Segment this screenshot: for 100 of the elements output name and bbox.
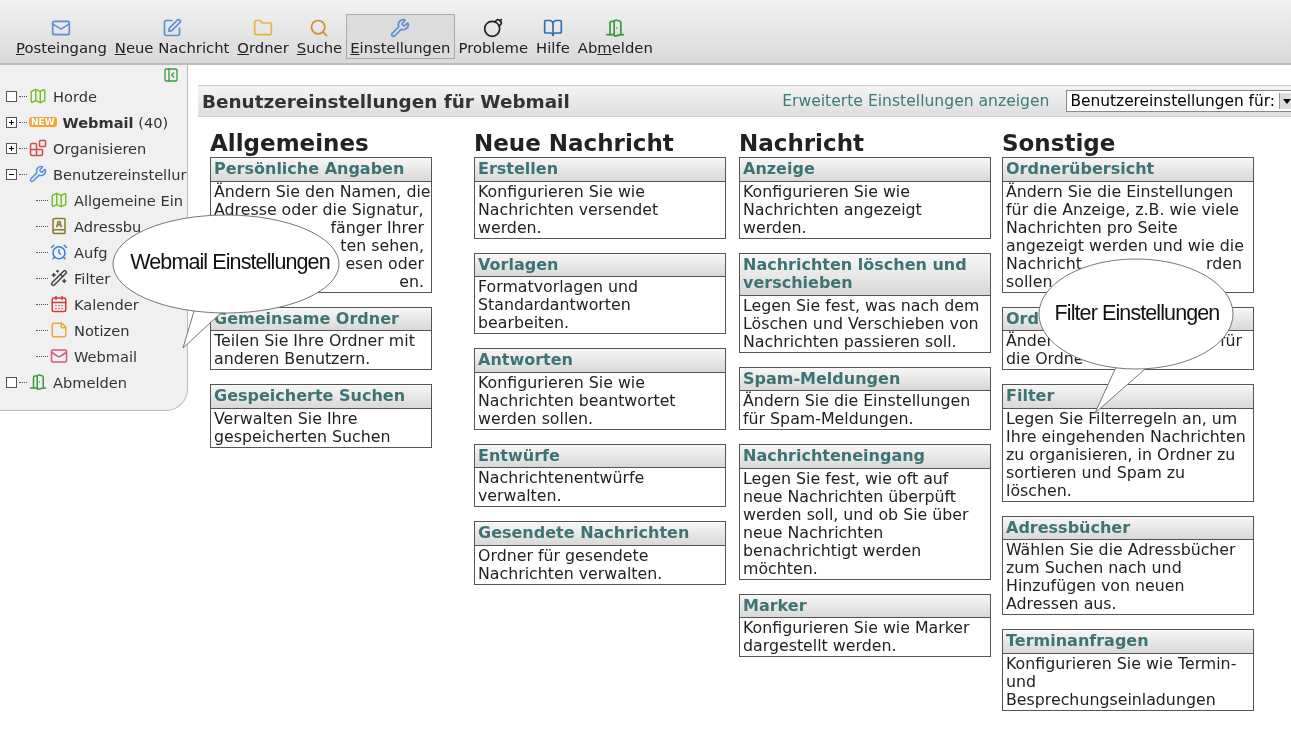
wrench-icon [390,18,411,38]
dropdown-arrow-icon [1283,98,1291,104]
page-title: Benutzereinstellungen für Webmail [202,90,571,112]
section-heading: Allgemeines [210,129,370,157]
description-text: angezeigt werden und wie die [1006,236,1244,255]
description-text: Ändern Sie die Einstellungen [1006,182,1234,201]
toolbar-button[interactable]: Einstellungen [346,14,455,59]
card-description: Ändern Sie die Einstellungen für Spam-Meldungen. [742,391,972,429]
sidebar-item[interactable]: Webmail (40) [62,113,169,131]
card-title-link[interactable]: Nachrichten löschen und verschieben [740,253,990,296]
description-text: Nachrichten pro Seite [1006,218,1178,237]
description-text: Änder [1006,332,1054,350]
card-description: Konfigurieren Sie wie Nachrichten beantwortet werden sollen. [477,372,677,429]
blocks-icon [29,139,47,157]
card-title-link[interactable]: Gemeinsame Ordner [211,307,431,331]
card-title-link[interactable]: Anzeige [740,158,990,182]
card-title-link[interactable]: Adressbücher [1003,516,1253,540]
sidebar-item[interactable]: Adressbu [74,217,142,235]
sidebar-item[interactable]: Webmail [74,347,138,365]
wrench-icon [29,165,47,183]
sidebar-item[interactable]: Horde [53,87,97,105]
toolbar-button[interactable]: Hilfe [532,14,574,59]
mail-icon [51,18,72,38]
description-text: Ändern Sie den Namen, die [214,182,431,201]
bomb-icon [483,18,504,38]
card-title-link[interactable]: Vorlagen [475,253,725,277]
sidebar-item[interactable]: Organisieren [53,139,147,157]
card-title-link[interactable]: Gesendete Nachrichten [475,522,725,546]
note-icon [50,321,68,339]
card-description: Konfigurieren Sie wie Nachrichten angezeigt werden. [742,181,923,238]
description-text: für die Anzeige, z.B. wie viele [1006,200,1240,219]
card-title-link[interactable]: Antworten [475,349,725,373]
toolbar-button[interactable]: Probleme [454,14,533,59]
door-icon [29,373,47,391]
address-book-icon [50,217,68,235]
new-badge: NEW [29,117,57,127]
toolbar-button[interactable]: Suche [292,14,347,59]
collapse-toggle-icon[interactable] [6,168,17,180]
toolbar-button[interactable]: Ordner [233,14,293,59]
description-text: ten sehen, [340,236,424,255]
card-description: Verwalten Sie Ihre gespeicherten Suchen [213,408,392,447]
toolbar-button[interactable]: Abmelden [573,14,657,59]
card-description: Wählen Sie die Adressbücher zum Suchen nach und Hinzufügen von neuen Adressen aus. [1005,540,1237,614]
description-text: fänger Ihrer [330,218,424,237]
magic-wand-icon [50,269,68,287]
tree-node-icon [6,90,17,102]
card-title-link[interactable]: Ordnerübersicht [1003,158,1253,182]
card-title-link[interactable]: Erstellen [475,158,725,182]
toolbar-button[interactable]: Posteingang [12,14,111,59]
description-text: en. [399,272,424,291]
folder-icon [253,18,274,38]
card-description: Formatvorlagen und Standardantworten bearbeiten. [477,277,640,333]
card-description: Nachrichtenentwürfe verwalten. [477,468,646,506]
mail-icon [50,347,68,365]
card-description: Legen Sie fest, was nach dem Löschen und Verschieben von Nachrichten passieren soll. [742,295,981,352]
card-title-link[interactable]: Terminanfragen [1003,630,1253,654]
description-text: Nachricht [1006,254,1082,273]
sidebar-item[interactable]: Abmelden [53,373,127,391]
sidebar-item[interactable]: Aufg [74,243,108,261]
sidebar-item[interactable]: Benutzereinstellur [53,165,187,183]
sidebar-toggle-icon[interactable] [163,67,179,83]
advanced-settings-link[interactable]: Erweiterte Einstellungen anzeigen [782,92,1050,110]
card-title-link[interactable]: Entwürfe [475,444,725,468]
search-icon [309,18,330,38]
calendar-icon [50,295,68,313]
description-text: Adresse oder die Signatur, [214,200,424,219]
toolbar-button[interactable]: Neue Nachricht [110,14,234,59]
card-title-link[interactable]: Marker [740,594,990,618]
card-title-link[interactable]: Filter [1003,385,1253,409]
tree-node-icon [6,376,17,388]
sidebar-item[interactable]: Kalender [74,295,139,313]
description-text: rden [1206,254,1242,273]
card-description: Konfigurieren Sie wie Termin- und Besprechungseinladungen [1005,653,1238,710]
card-title-link[interactable]: Spam-Meldungen [740,367,990,391]
card-description: Konfigurieren Sie wie Marker dargestellt werden. [742,618,971,656]
card-title-link[interactable]: Nachrichteneingang [740,445,990,469]
card-title-link[interactable]: Gespeicherte Suchen [211,385,431,409]
card-description: Konfigurieren Sie wie Nachrichten versendet werden. [477,181,660,238]
sidebar-item[interactable]: Allgemeine Ein [74,191,183,209]
scope-select[interactable]: Benutzereinstellungen für: [1065,90,1291,112]
alarm-clock-icon [50,243,68,261]
card-description: Teilen Sie Ihre Ordner mit anderen Benutzern. [213,331,416,369]
card-title-link[interactable]: Persönliche Angaben [211,158,431,182]
map-icon [50,191,68,209]
section-heading: Neue Nachricht [474,129,675,157]
description-text: sollen [1006,272,1053,291]
expand-toggle-icon[interactable] [6,116,17,128]
sidebar-item[interactable]: Filter [74,269,111,287]
compose-icon [162,18,183,38]
book-icon [542,18,563,38]
card-description: Legen Sie fest, wie oft auf neue Nachrichten überpüft werden soll, und ob Sie über neue Nachrichten benachrichtigt werden möchten. [742,468,970,579]
expand-toggle-icon[interactable] [6,142,17,154]
door-icon [605,18,626,38]
description-text: esen oder [345,254,424,273]
card-description: Ordner für gesendete Nachrichten verwalten. [477,545,664,584]
section-heading: Nachricht [739,129,865,157]
map-icon [29,87,47,105]
section-heading: Sonstige [1002,129,1117,157]
card-description: Legen Sie Filterregeln an, um Ihre eingehenden Nachrichten zu organisieren, in Ordner zu sortieren und Spam zu löschen. [1005,408,1247,501]
sidebar-item[interactable]: Notizen [74,321,130,339]
